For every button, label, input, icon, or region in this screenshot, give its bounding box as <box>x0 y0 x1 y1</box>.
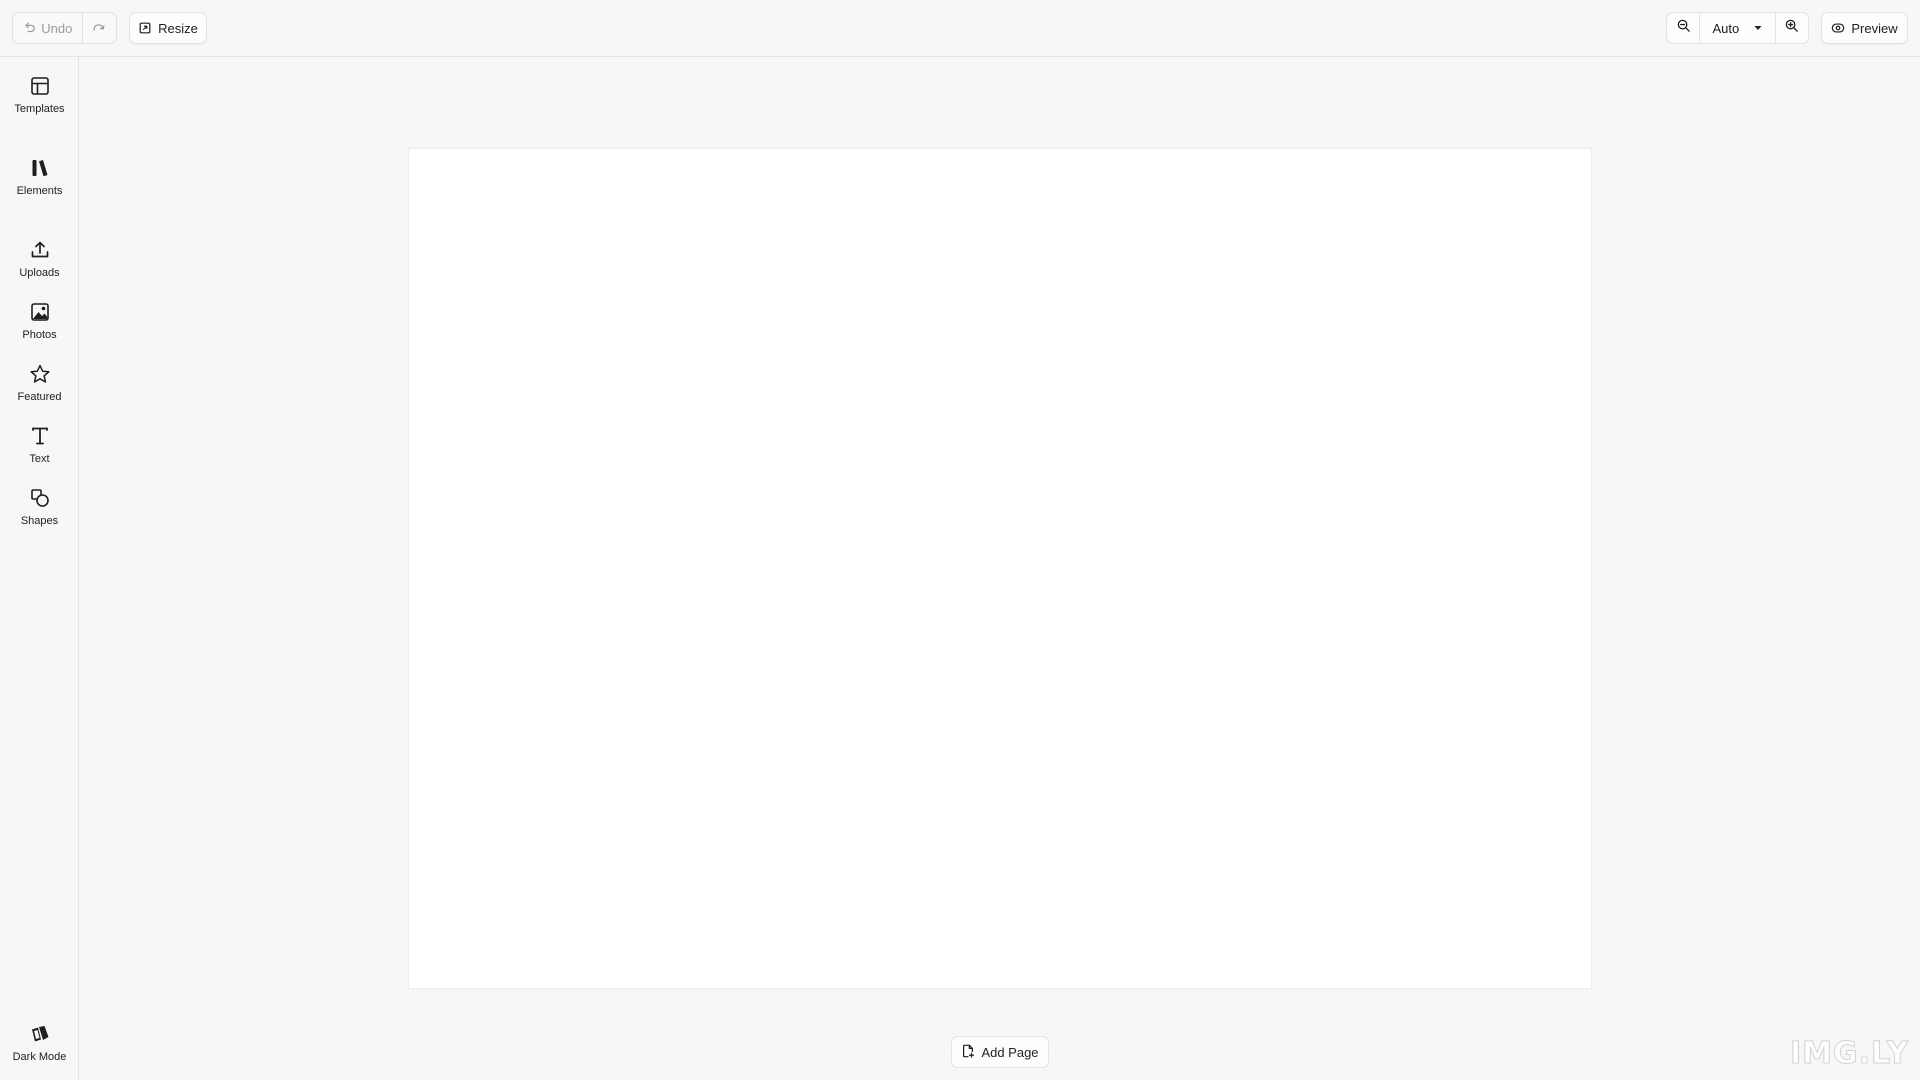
sidebar-item-label: Featured <box>17 391 62 403</box>
zoom-out-icon <box>1676 18 1691 38</box>
design-page-canvas[interactable] <box>408 148 1592 989</box>
left-sidebar: Templates Elements Uploads Photos Featur… <box>0 57 79 1080</box>
undo-label: Undo <box>41 20 73 36</box>
dark-mode-toggle[interactable]: Dark Mode <box>0 1019 79 1079</box>
add-page-icon <box>961 1044 975 1061</box>
sidebar-item-uploads[interactable]: Uploads <box>0 235 79 295</box>
preview-label: Preview <box>1851 20 1898 36</box>
image-icon <box>29 301 51 323</box>
shapes-icon <box>29 487 51 509</box>
add-page-label: Add Page <box>981 1044 1039 1060</box>
sidebar-item-shapes[interactable]: Shapes <box>0 483 79 543</box>
brand-logo: IMG.LY <box>1789 1036 1910 1072</box>
resize-button[interactable]: Resize <box>129 12 207 44</box>
layout-icon <box>29 75 51 97</box>
sidebar-item-label: Photos <box>22 329 57 341</box>
resize-label: Resize <box>158 20 198 36</box>
undo-icon <box>22 21 36 35</box>
star-icon <box>29 363 51 385</box>
zoom-controls: Auto <box>1666 12 1809 44</box>
eye-icon <box>1831 21 1845 35</box>
zoom-in-icon <box>1784 18 1799 38</box>
sidebar-item-elements[interactable]: Elements <box>0 153 79 213</box>
upload-icon <box>29 239 51 261</box>
add-page-button[interactable]: Add Page <box>951 1036 1049 1068</box>
history-group: Undo <box>12 12 117 44</box>
undo-button[interactable]: Undo <box>13 13 83 43</box>
library-icon <box>29 157 51 179</box>
chevron-down-icon <box>1753 21 1763 36</box>
dark-mode-label: Dark Mode <box>12 1051 67 1063</box>
sidebar-item-label: Templates <box>14 103 65 115</box>
sidebar-item-photos[interactable]: Photos <box>0 297 79 357</box>
redo-icon <box>92 21 106 35</box>
sidebar-item-label: Shapes <box>20 515 59 527</box>
zoom-out-button[interactable] <box>1667 13 1699 43</box>
sidebar-item-featured[interactable]: Featured <box>0 359 79 419</box>
sidebar-item-label: Uploads <box>19 267 60 279</box>
text-icon <box>29 425 51 447</box>
resize-icon <box>138 21 152 35</box>
sidebar-item-label: Text <box>29 453 50 465</box>
preview-button[interactable]: Preview <box>1821 12 1908 44</box>
zoom-value: Auto <box>1712 20 1740 36</box>
redo-button[interactable] <box>83 13 116 43</box>
sidebar-item-label: Elements <box>16 185 63 197</box>
top-toolbar: Undo Resize Auto Preview <box>0 0 1920 57</box>
zoom-in-button[interactable] <box>1776 13 1808 43</box>
zoom-select[interactable]: Auto <box>1699 13 1776 43</box>
sidebar-item-text[interactable]: Text <box>0 421 79 481</box>
cards-icon <box>29 1023 51 1045</box>
sidebar-item-templates[interactable]: Templates <box>0 71 79 131</box>
